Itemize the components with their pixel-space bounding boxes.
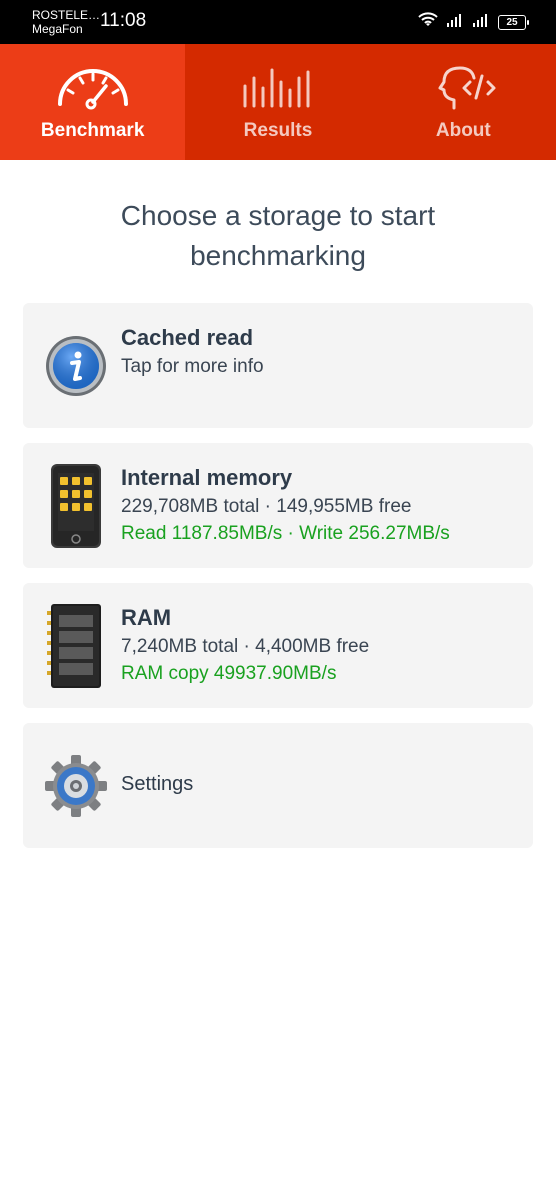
card-subtitle: Tap for more info [121,356,264,377]
speedometer-icon [57,69,128,110]
tab-about-label: About [435,120,491,141]
tab-benchmark-label: Benchmark [40,120,145,141]
tab-results[interactable]: Results [185,44,370,160]
phone-icon [43,463,109,549]
status-icons: 25 [418,12,529,33]
clock: 11:08 [100,10,147,31]
card-ram-text: RAM 7,240MB total · 4,400MB free RAM cop… [121,603,369,687]
gear-icon [43,743,109,829]
card-title: Cached read [121,325,254,350]
card-cached-read[interactable]: Cached read Tap for more info [23,303,533,428]
signal-icon-2 [472,13,490,32]
ram-chip-icon [43,603,109,689]
tab-results-label: Results [243,120,313,141]
card-settings[interactable]: Settings [23,723,533,848]
signal-icon [446,13,464,32]
carrier-info: ROSTELE… MegaFon [32,8,100,36]
status-bar: ROSTELE… MegaFon 11:08 25 [0,0,556,44]
card-ram[interactable]: RAM 7,240MB total · 4,400MB free RAM cop… [23,583,533,708]
card-title: RAM [121,605,172,630]
card-internal-text: Internal memory 229,708MB total · 149,95… [121,463,450,547]
card-speed: RAM copy 49937.90MB/s [121,663,337,684]
info-icon [43,323,109,409]
tab-bar: Benchmark Results About [0,44,556,160]
card-stats: 229,708MB total · 149,955MB free [121,496,412,517]
card-internal-memory[interactable]: Internal memory 229,708MB total · 149,95… [23,443,533,568]
settings-label: Settings [121,773,194,795]
card-speed: Read 1187.85MB/s · Write 256.27MB/s [121,523,450,544]
battery-icon: 25 [498,15,529,30]
carrier-name-1: ROSTELE… [32,8,101,22]
tab-about[interactable]: About [371,44,556,160]
card-title: Internal memory [121,465,293,490]
card-cached-text: Cached read Tap for more info [121,323,264,380]
page-heading: Choose a storage to start benchmarking [120,200,436,271]
card-stats: 7,240MB total · 4,400MB free [121,636,370,657]
bars-icon [243,68,310,108]
carrier-name-2: MegaFon [32,22,83,36]
tab-benchmark[interactable]: Benchmark [0,44,186,160]
wifi-icon [418,12,438,33]
head-code-icon [438,66,496,110]
